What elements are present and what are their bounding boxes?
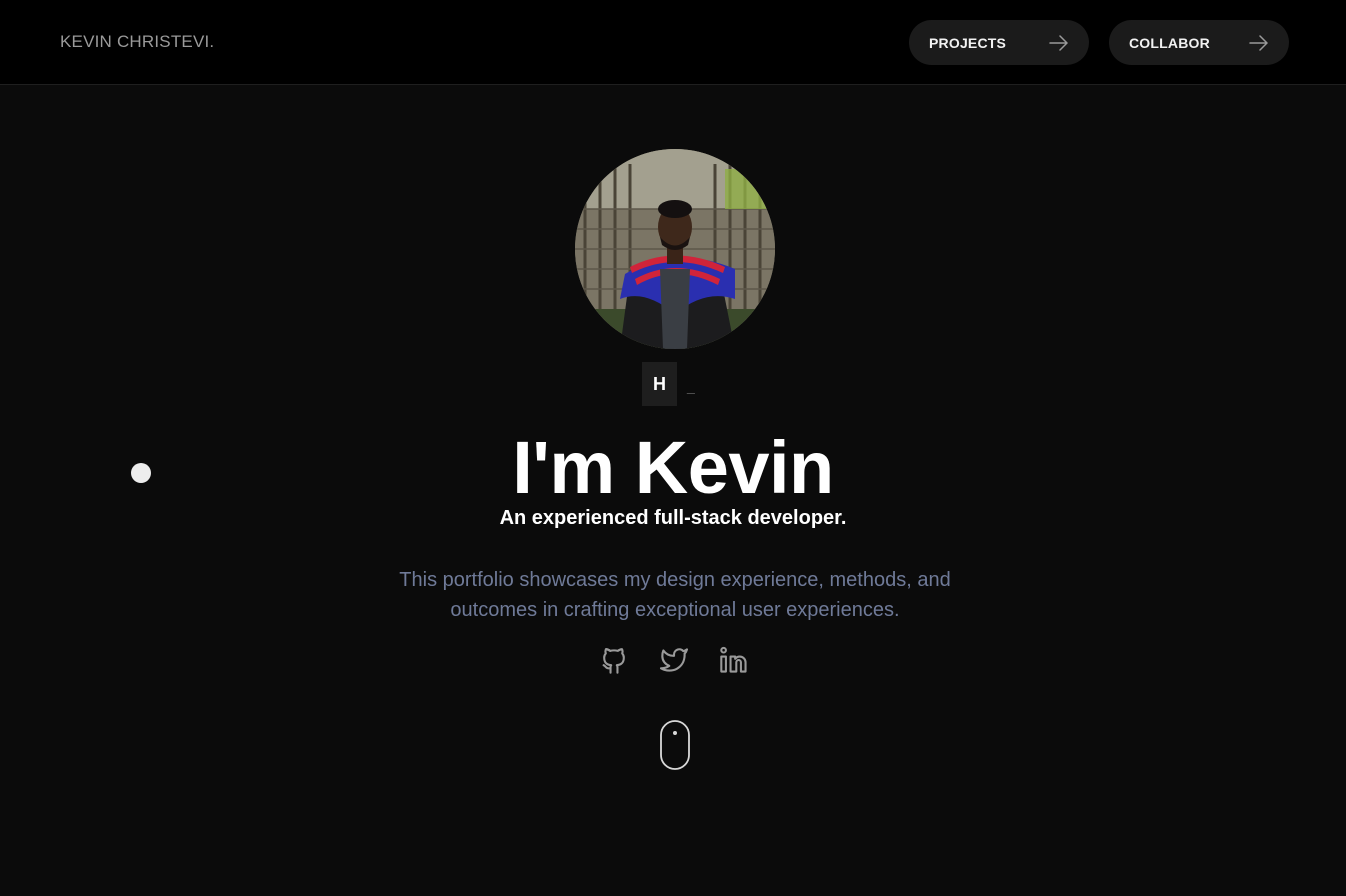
hero-description: This portfolio showcases my design exper… [399,569,951,621]
profile-avatar [575,149,775,349]
social-links [599,645,749,675]
collabor-button-label: COLLABOR [1129,34,1210,51]
linkedin-icon[interactable] [719,645,749,675]
arrow-right-icon [1249,34,1269,51]
hero-headline: I'm Kevin [512,426,834,509]
mouse-scroll-icon[interactable] [660,720,690,770]
github-icon[interactable] [599,645,629,675]
typing-letter-box: H [642,362,677,406]
brand-logo-text[interactable]: KEVIN CHRISTEVI. [60,32,214,52]
typing-cursor: _ [687,378,695,394]
projects-button[interactable]: PROJECTS [909,20,1089,65]
projects-button-label: PROJECTS [929,34,1007,51]
hero-subheadline: An experienced full-stack developer. [499,507,847,529]
twitter-icon[interactable] [659,645,689,675]
collabor-button[interactable]: COLLABOR [1109,20,1289,65]
top-navigation-bar: KEVIN CHRISTEVI. PROJECTS COLLABOR [0,0,1346,85]
arrow-right-icon [1049,34,1069,51]
